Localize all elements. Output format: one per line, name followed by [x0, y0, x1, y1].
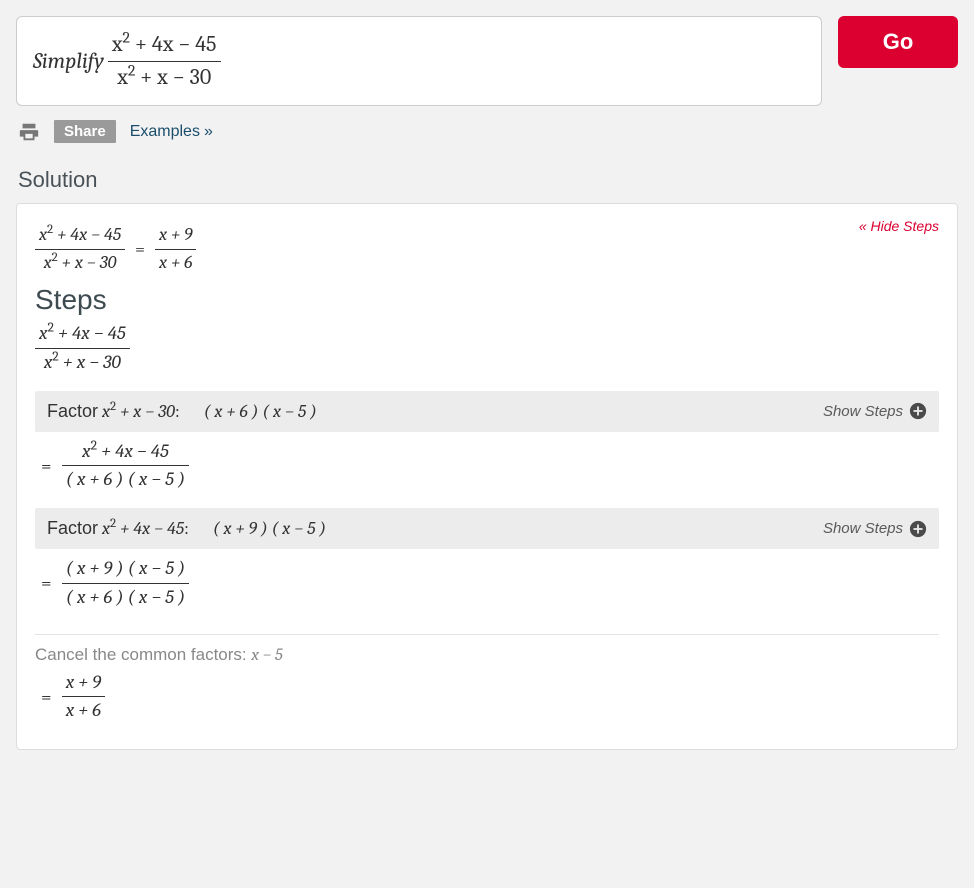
input-expression: x2 + 4x − 45 x2 + x − 30 [108, 31, 221, 91]
solution-heading: Solution [18, 167, 958, 193]
divider [35, 634, 939, 635]
cancel-common-text: Cancel the common factors: x − 5 [35, 645, 939, 665]
examples-link[interactable]: Examples» [130, 123, 213, 141]
solution-card: « Hide Steps x2 + 4x − 45 x2 + x − 30 = … [16, 203, 958, 750]
input-prefix-label: Simplify [33, 48, 104, 74]
share-button[interactable]: Share [54, 120, 116, 143]
query-input[interactable]: Simplify x2 + 4x − 45 x2 + x − 30 [16, 16, 822, 106]
factor-step-2: Factor x2 + 4x − 45: ( x + 9 ) ( x − 5 )… [35, 508, 939, 549]
plus-circle-icon [909, 520, 927, 538]
go-button[interactable]: Go [838, 16, 958, 68]
plus-circle-icon [909, 402, 927, 420]
factor-step-1: Factor x2 + x − 30: ( x + 6 ) ( x − 5 ) … [35, 391, 939, 432]
final-result: = x + 9 x + 6 [35, 671, 939, 724]
hide-steps-link[interactable]: « Hide Steps [859, 218, 939, 234]
result-equation: x2 + 4x − 45 x2 + x − 30 = x + 9 x + 6 [35, 224, 939, 274]
steps-heading: Steps [35, 284, 939, 316]
show-steps-2[interactable]: Show Steps [823, 520, 927, 538]
factor-1-after: = x2 + 4x − 45 ( x + 6 ) ( x − 5 ) [35, 440, 939, 493]
factor-1-label: Factor [47, 401, 98, 422]
factor-2-after: = ( x + 9 ) ( x − 5 ) ( x + 6 ) ( x − 5 … [35, 557, 939, 610]
print-icon[interactable] [18, 121, 40, 143]
show-steps-1[interactable]: Show Steps [823, 402, 927, 420]
factor-2-label: Factor [47, 518, 98, 539]
step-initial-fraction: x2 + 4x − 45 x2 + x − 30 [35, 322, 939, 375]
